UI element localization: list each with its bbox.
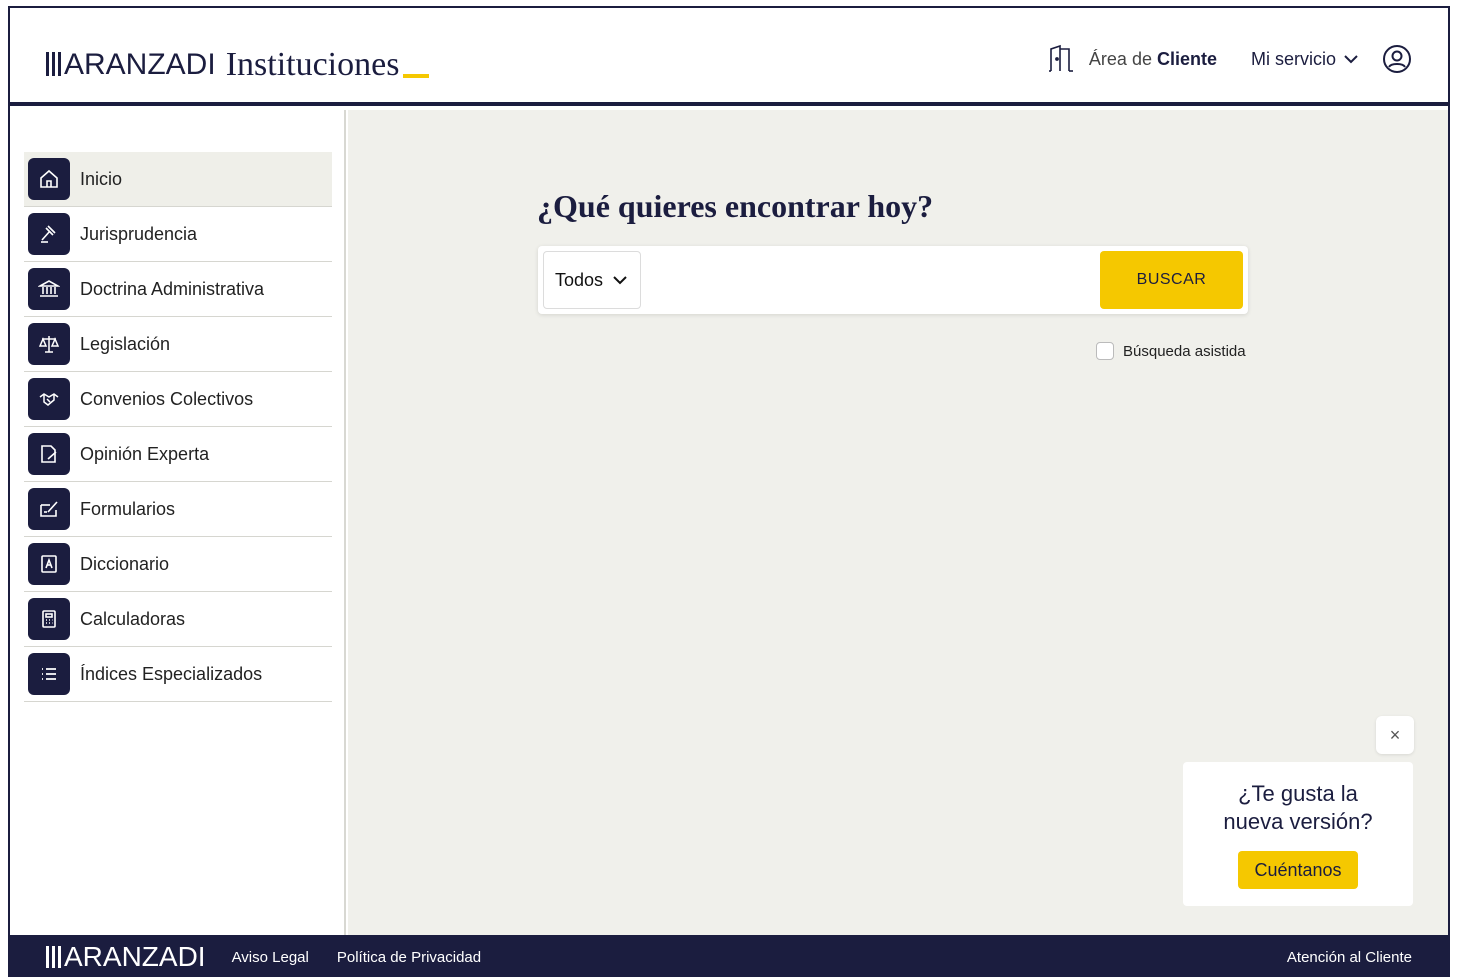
page-title: ¿Qué quieres encontrar hoy? xyxy=(537,188,934,224)
sidebar-item-label: Opinión Experta xyxy=(80,443,210,464)
header: ARANZADI Instituciones Área de Cliente M… xyxy=(10,8,1448,106)
footer-logo[interactable]: ARANZADI xyxy=(46,943,206,971)
gavel-icon xyxy=(28,213,70,255)
app-window: ARANZADI Instituciones Área de Cliente M… xyxy=(8,6,1450,977)
search-bar: Todos BUSCAR xyxy=(538,246,1248,314)
search-scope-select[interactable]: Todos xyxy=(543,251,641,309)
sidebar-item-legislacion[interactable]: Legislación xyxy=(24,317,332,372)
footer-link-aviso-legal[interactable]: Aviso Legal xyxy=(232,949,309,966)
main-content: ¿Qué quieres encontrar hoy? Todos BUSCAR… xyxy=(348,110,1448,935)
logo-bars-icon xyxy=(46,946,61,968)
logo-underline xyxy=(403,74,430,78)
bank-icon xyxy=(28,268,70,310)
logo-product: Instituciones xyxy=(225,46,400,83)
sidebar: Inicio Jurisprudencia Doctrina Administr… xyxy=(10,110,346,935)
area-cliente-link[interactable]: Área de Cliente xyxy=(1047,44,1217,74)
list-icon xyxy=(28,653,70,695)
sidebar-item-label: Inicio xyxy=(80,168,123,189)
sidebar-item-label: Calculadoras xyxy=(80,608,186,629)
search-input[interactable] xyxy=(646,251,1091,309)
sidebar-item-calculadoras[interactable]: Calculadoras xyxy=(24,592,332,647)
sidebar-item-label: Jurisprudencia xyxy=(80,223,198,244)
aranzadi-instituciones-logo[interactable]: ARANZADI Instituciones xyxy=(46,42,430,83)
door-icon xyxy=(1048,44,1073,72)
chevron-down-icon xyxy=(613,275,627,284)
scales-icon xyxy=(28,323,70,365)
area-cliente-label: Área de Cliente xyxy=(1088,48,1217,69)
sidebar-item-jurisprudencia[interactable]: Jurisprudencia xyxy=(24,207,332,262)
sidebar-item-indices-especializados[interactable]: Índices Especializados xyxy=(24,647,332,702)
assisted-search-option[interactable]: Búsqueda asistida xyxy=(1096,342,1246,360)
sidebar-item-label: Formularios xyxy=(80,498,176,519)
footer-logo-brand: ARANZADI xyxy=(64,941,206,972)
sidebar-item-label: Legislación xyxy=(80,333,171,354)
chevron-down-icon xyxy=(1344,54,1358,63)
form-pen-icon xyxy=(28,488,70,530)
sidebar-item-label: Doctrina Administrativa xyxy=(80,278,265,299)
feedback-button[interactable]: Cuéntanos xyxy=(1238,851,1358,889)
sidebar-nav: Inicio Jurisprudencia Doctrina Administr… xyxy=(24,152,332,702)
sidebar-item-formularios[interactable]: Formularios xyxy=(24,482,332,537)
search-scope-value: Todos xyxy=(555,269,604,290)
sidebar-item-diccionario[interactable]: Diccionario xyxy=(24,537,332,592)
user-account-icon[interactable] xyxy=(1382,44,1412,74)
calculator-icon xyxy=(28,598,70,640)
feedback-card: ¿Te gusta la nueva versión? Cuéntanos xyxy=(1183,762,1413,906)
logo-bars-icon xyxy=(46,52,61,82)
sidebar-item-opinion-experta[interactable]: Opinión Experta xyxy=(24,427,332,482)
mi-servicio-label: Mi servicio xyxy=(1250,48,1336,69)
document-pen-icon xyxy=(28,433,70,475)
feedback-close-button[interactable]: × xyxy=(1376,716,1414,754)
footer-link-privacidad[interactable]: Política de Privacidad xyxy=(337,949,481,966)
dictionary-icon xyxy=(28,543,70,585)
assisted-search-label: Búsqueda asistida xyxy=(1123,342,1246,360)
footer-link-atencion-cliente[interactable]: Atención al Cliente xyxy=(1287,949,1412,966)
close-icon: × xyxy=(1389,724,1401,745)
sidebar-item-doctrina-administrativa[interactable]: Doctrina Administrativa xyxy=(24,262,332,317)
handshake-icon xyxy=(28,378,70,420)
assisted-search-checkbox[interactable] xyxy=(1096,342,1114,360)
logo-brand: ARANZADI xyxy=(64,48,216,81)
sidebar-item-label: Diccionario xyxy=(80,553,170,574)
sidebar-item-inicio[interactable]: Inicio xyxy=(24,152,332,207)
footer: ARANZADI Aviso Legal Política de Privaci… xyxy=(10,935,1448,977)
sidebar-item-label: Índices Especializados xyxy=(80,663,263,684)
sidebar-item-label: Convenios Colectivos xyxy=(80,388,254,409)
sidebar-item-convenios-colectivos[interactable]: Convenios Colectivos xyxy=(24,372,332,427)
feedback-question: ¿Te gusta la nueva versión? xyxy=(1223,781,1373,834)
header-actions: Área de Cliente Mi servicio xyxy=(1047,44,1412,74)
mi-servicio-dropdown[interactable]: Mi servicio xyxy=(1251,49,1358,70)
home-icon xyxy=(28,158,70,200)
search-button[interactable]: BUSCAR xyxy=(1100,251,1243,309)
